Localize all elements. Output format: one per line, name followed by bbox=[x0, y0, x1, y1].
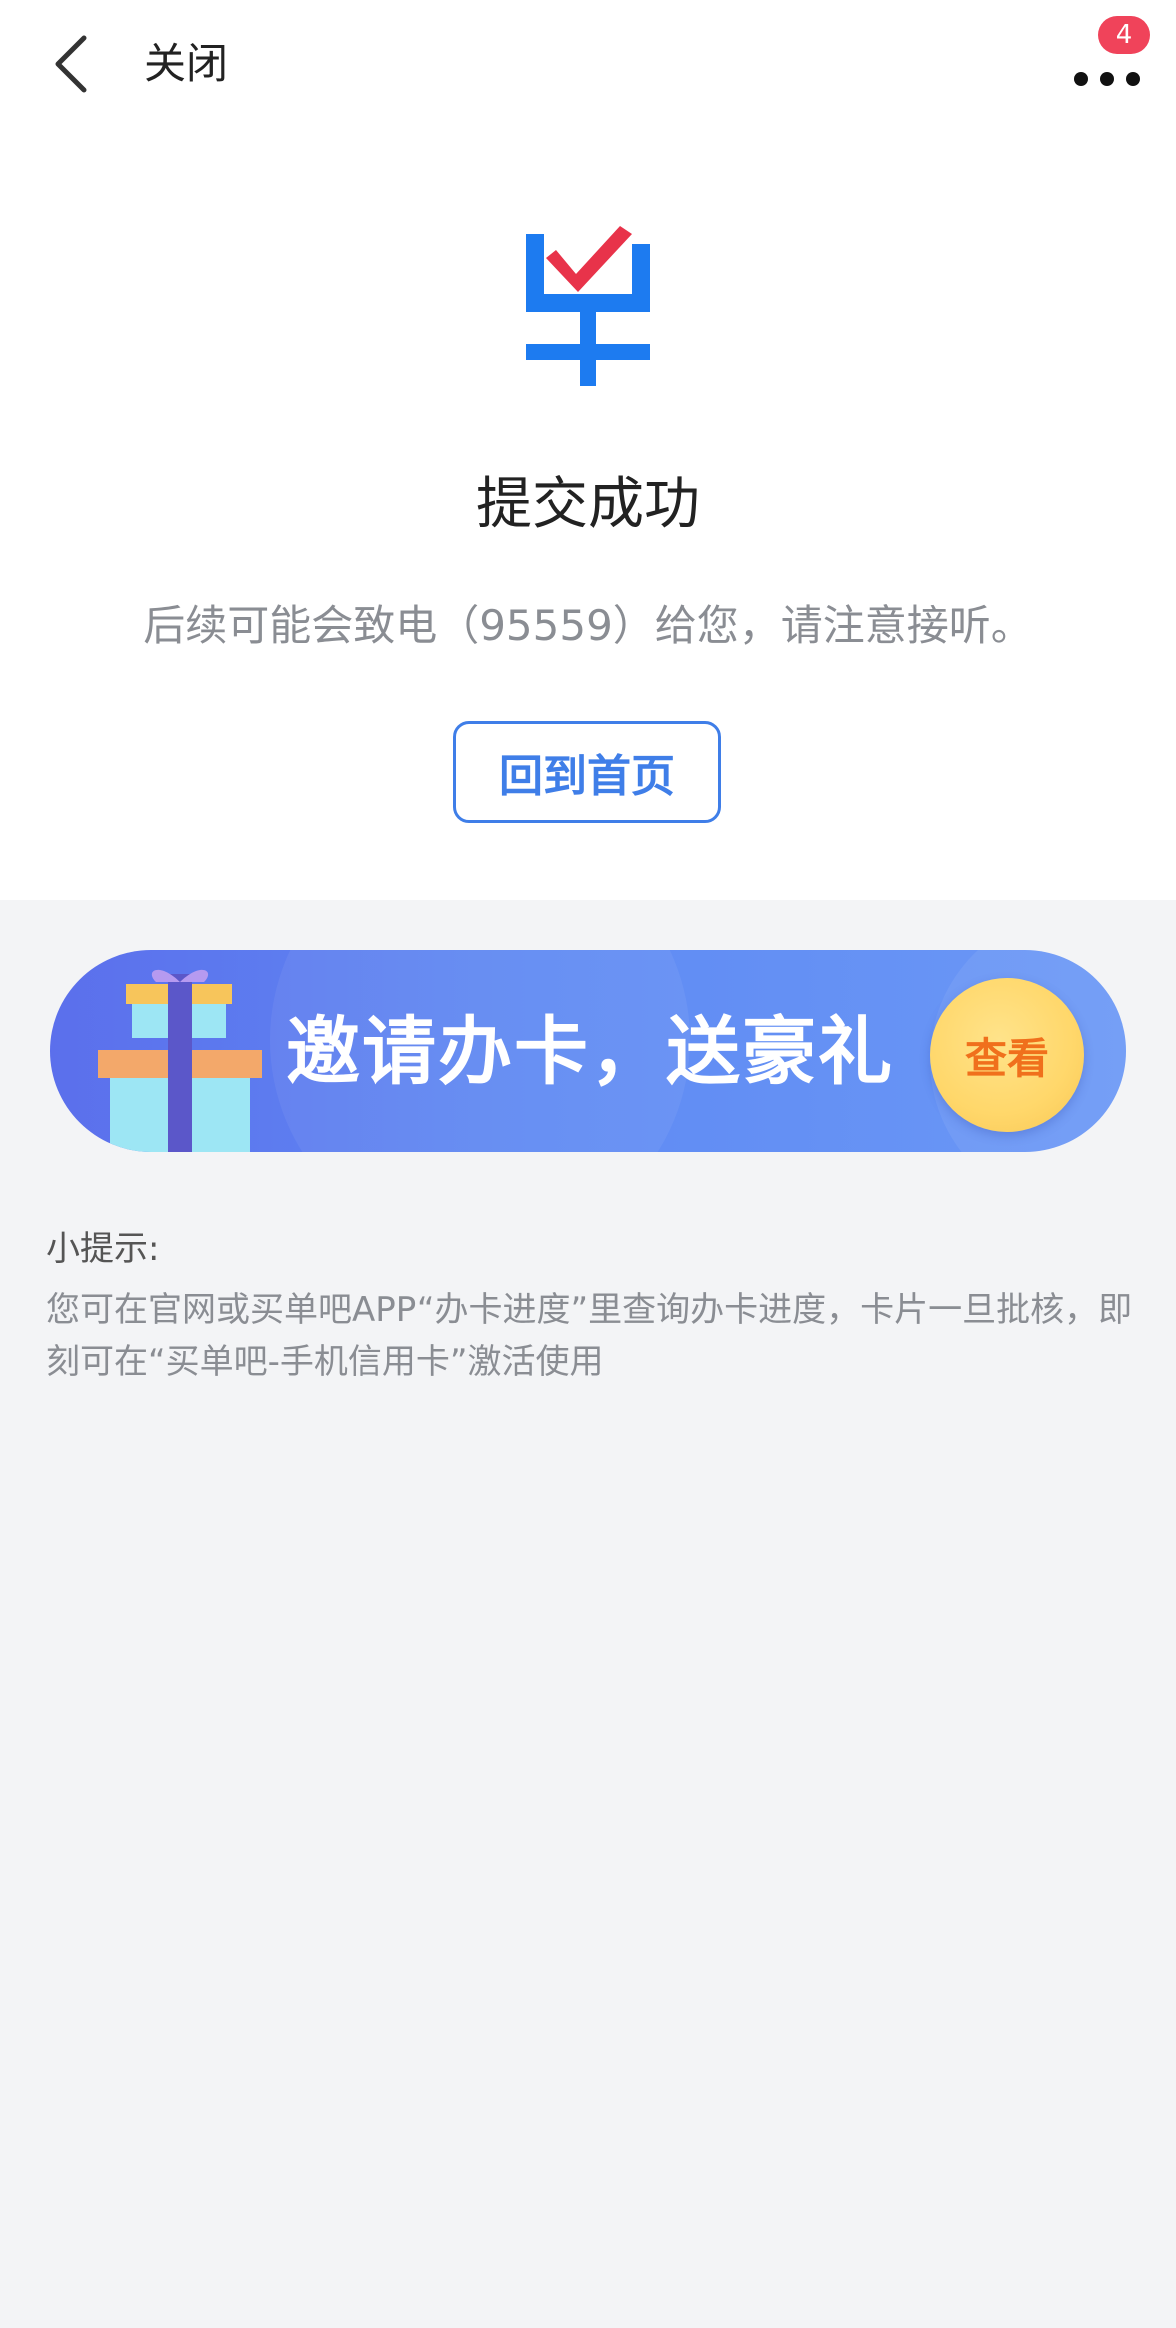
gift-box-icon bbox=[98, 969, 262, 1152]
checkmark-card-logo-icon bbox=[526, 226, 650, 386]
back-button[interactable] bbox=[30, 24, 110, 104]
more-dots-icon bbox=[1074, 72, 1140, 86]
view-button[interactable]: 查看 bbox=[930, 978, 1084, 1132]
tips-text: 您可在官网或买单吧APP“办卡进度”里查询办卡进度，卡片一旦批核，即刻可在“买单… bbox=[46, 1290, 1133, 1382]
tips-heading: 小提示: bbox=[46, 1229, 160, 1269]
call-notice-text: 后续可能会致电（95559）给您，请注意接听。 bbox=[143, 601, 1033, 650]
close-button[interactable]: 关闭 bbox=[144, 36, 228, 92]
page-title: 提交成功 bbox=[476, 472, 700, 537]
chevron-left-icon bbox=[55, 35, 87, 93]
more-menu-button[interactable]: 4 bbox=[1056, 16, 1156, 110]
banner-headline: 邀请办卡，送豪礼 bbox=[286, 1009, 894, 1095]
notification-badge: 4 bbox=[1098, 16, 1150, 54]
navbar: 关闭 4 bbox=[0, 0, 1176, 128]
back-to-home-button[interactable]: 回到首页 bbox=[453, 721, 721, 823]
invite-banner[interactable]: 邀请办卡，送豪礼 查看 bbox=[50, 950, 1126, 1152]
result-panel: 关闭 4 提交成功 后续可能会致电（95559）给您，请注意接听。 回到首页 bbox=[0, 0, 1176, 900]
